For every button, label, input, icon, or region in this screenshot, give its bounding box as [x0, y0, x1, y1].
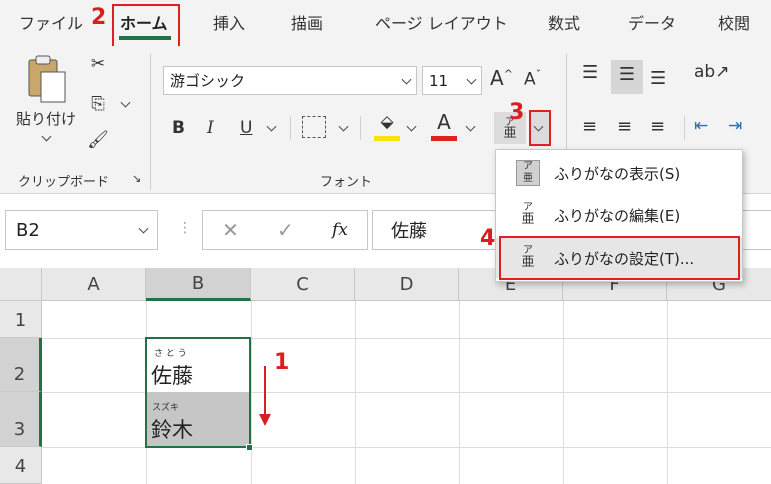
tab-formulas[interactable]: 数式 — [548, 10, 580, 34]
step-3-label: 3 — [509, 100, 525, 125]
enter-icon[interactable]: ✓ — [277, 218, 294, 242]
align-left-icon[interactable]: ≡ — [582, 116, 597, 137]
phonetic-settings-highlight — [499, 236, 740, 280]
menu-item-label: ふりがなの表示(S) — [554, 164, 681, 183]
italic-button[interactable]: I — [207, 118, 214, 138]
orientation-icon[interactable]: ab↗ — [694, 62, 729, 82]
font-size-value: 11 — [429, 71, 449, 90]
chevron-down-icon — [466, 74, 477, 85]
clipboard-dialog-launcher-icon[interactable]: ↘ — [132, 172, 141, 185]
tab-file[interactable]: ファイル — [19, 10, 83, 34]
fill-handle[interactable] — [246, 444, 253, 451]
tab-draw[interactable]: 描画 — [291, 10, 323, 34]
formula-bar-splitter[interactable]: ⋮ — [178, 220, 192, 236]
borders-icon[interactable] — [302, 116, 326, 138]
underline-chevron-icon[interactable] — [266, 121, 277, 132]
tab-page-layout[interactable]: ページ レイアウト — [375, 10, 508, 34]
increase-indent-icon[interactable]: ⇥ — [728, 116, 742, 136]
bold-button[interactable]: B — [172, 118, 185, 138]
cancel-icon[interactable]: ✕ — [222, 218, 239, 242]
edit-phonetic-icon: ア亜 — [516, 202, 540, 228]
step-1-arrow-head-icon — [259, 414, 271, 426]
format-painter-icon[interactable]: 🖌 — [86, 130, 110, 150]
copy-icon[interactable]: ⎘ — [84, 94, 112, 114]
phonetic-dropdown-highlight — [529, 110, 551, 146]
align-middle-icon[interactable]: ☰ — [611, 60, 643, 94]
column-header-d[interactable]: D — [355, 268, 459, 301]
column-header-a[interactable]: A — [42, 268, 146, 301]
ribbon-divider — [290, 116, 291, 140]
tab-insert[interactable]: 挿入 — [213, 10, 245, 34]
menu-item-edit-phonetic[interactable]: ア亜 ふりがなの編集(E) — [496, 195, 742, 235]
icon-base: 亜 — [523, 173, 533, 184]
copy-chevron-icon[interactable] — [120, 97, 131, 108]
column-header-b[interactable]: B — [146, 268, 251, 301]
insert-function-button[interactable]: fx — [332, 220, 348, 240]
row-header-1[interactable]: 1 — [0, 301, 42, 338]
step-1-label: 1 — [274, 350, 290, 375]
formula-buttons: ✕ ✓ fx — [202, 210, 368, 250]
step-2-label: 2 — [91, 5, 107, 30]
decrease-font-icon: A — [524, 69, 536, 90]
ribbon-divider — [360, 116, 361, 140]
chevron-down-icon — [138, 223, 149, 234]
font-name-value: 游ゴシック — [170, 72, 246, 90]
align-center-icon[interactable]: ≡ — [617, 116, 632, 137]
ribbon-divider — [684, 116, 685, 140]
fill-color-icon[interactable]: ⬙ — [374, 112, 400, 132]
decrease-font-button[interactable]: Aˇ — [524, 68, 541, 90]
font-color-icon[interactable]: A — [432, 110, 456, 134]
ribbon-divider — [150, 54, 151, 190]
font-size-dropdown[interactable]: 11 — [422, 66, 482, 95]
borders-chevron-icon[interactable] — [338, 121, 349, 132]
align-top-icon[interactable]: ☰ — [582, 62, 598, 83]
cut-icon[interactable]: ✂ — [86, 54, 110, 74]
fill-color-swatch — [374, 136, 400, 141]
home-tab-highlight — [112, 4, 180, 48]
font-name-dropdown[interactable]: 游ゴシック — [163, 66, 417, 95]
show-phonetic-icon: ア亜 — [516, 160, 540, 186]
chevron-down-icon — [401, 74, 412, 85]
phonetic-base: 亜 — [503, 126, 517, 141]
ribbon-tab-bar: ファイル ホーム 挿入 描画 ページ レイアウト 数式 データ 校閲 2 — [0, 0, 771, 48]
font-color-chevron-icon[interactable] — [465, 121, 476, 132]
column-header-c[interactable]: C — [251, 268, 355, 301]
paste-icon — [28, 55, 66, 103]
paste-label: 貼り付け — [15, 110, 76, 128]
increase-font-button[interactable]: A^ — [490, 66, 513, 90]
tab-data[interactable]: データ — [628, 10, 676, 34]
align-right-icon[interactable]: ≡ — [650, 116, 665, 137]
row-header-2[interactable]: 2 — [0, 338, 42, 392]
menu-item-show-phonetic[interactable]: ア亜 ふりがなの表示(S) — [496, 153, 742, 193]
fill-color-chevron-icon[interactable] — [406, 121, 417, 132]
formula-value: 佐藤 — [391, 221, 427, 242]
step-1-arrow-shaft — [264, 366, 266, 418]
align-bottom-icon[interactable]: ☰ — [650, 68, 666, 89]
row-header-3[interactable]: 3 — [0, 392, 42, 447]
icon-ruby: ア — [523, 161, 533, 172]
font-color-swatch — [431, 136, 457, 141]
excel-window: ファイル ホーム 挿入 描画 ページ レイアウト 数式 データ 校閲 2 貼り付… — [0, 0, 771, 484]
step-4-label: 4 — [480, 226, 496, 251]
paste-button[interactable]: 貼り付け — [14, 54, 78, 154]
clipboard-group-label: クリップボード — [18, 175, 110, 190]
name-box-value: B2 — [16, 219, 40, 241]
paste-chevron-icon — [41, 131, 51, 142]
selection-border — [145, 337, 251, 448]
name-box[interactable]: B2 — [5, 210, 158, 250]
increase-font-icon: A — [490, 66, 504, 90]
underline-button[interactable]: U — [240, 118, 252, 138]
row-header-4[interactable]: 4 — [0, 447, 42, 484]
tab-review[interactable]: 校閲 — [718, 10, 750, 34]
font-group-label: フォント — [320, 175, 373, 190]
menu-item-label: ふりがなの編集(E) — [554, 206, 681, 225]
decrease-indent-icon[interactable]: ⇤ — [694, 116, 708, 136]
icon-base: 亜 — [521, 212, 535, 227]
select-all-corner[interactable] — [0, 268, 42, 301]
